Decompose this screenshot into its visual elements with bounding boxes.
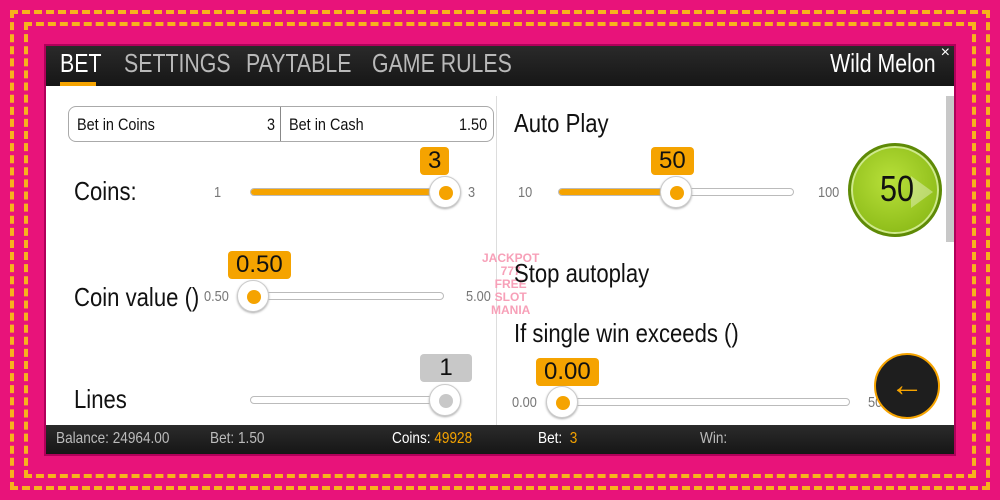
single-win-slider[interactable] xyxy=(560,398,850,406)
active-tab-indicator xyxy=(60,82,96,86)
coin-value-bubble: 0.50 xyxy=(228,251,291,279)
coins-slider-thumb[interactable] xyxy=(429,176,461,208)
lines-slider-thumb[interactable] xyxy=(429,384,461,416)
coins-label: Coins: xyxy=(74,176,137,206)
back-button[interactable]: ← xyxy=(874,353,940,419)
bet-summary-box: Bet in Coins 3 Bet in Cash 1.50 xyxy=(68,106,494,142)
auto-play-slider-thumb[interactable] xyxy=(660,176,692,208)
bet-in-cash-label: Bet in Cash xyxy=(289,115,364,134)
scrollbar[interactable] xyxy=(946,96,954,242)
bet-coins: Bet: 3 xyxy=(538,430,578,447)
single-win-label: If single win exceeds () xyxy=(514,318,739,348)
tab-settings[interactable]: SETTINGS xyxy=(124,48,231,79)
tab-game-rules[interactable]: GAME RULES xyxy=(372,48,512,79)
coins-min: 1 xyxy=(214,184,222,201)
balance: Balance: 24964.00 xyxy=(56,430,170,447)
coin-value-slider[interactable] xyxy=(250,292,444,300)
auto-play-max: 100 xyxy=(818,184,840,201)
coins-total: Coins: 49928 xyxy=(392,430,473,447)
tab-paytable[interactable]: PAYTABLE xyxy=(246,48,351,79)
status-bar: Balance: 24964.00 Bet: 1.50 Coins: 49928… xyxy=(46,425,954,454)
coin-value-label: Coin value () xyxy=(74,282,200,312)
auto-play-min: 10 xyxy=(518,184,533,201)
header: BET SETTINGS PAYTABLE GAME RULES Wild Me… xyxy=(46,44,954,86)
bet-in-cash-value: 1.50 xyxy=(459,115,488,134)
single-win-slider-thumb[interactable] xyxy=(546,386,578,418)
bet-panel: BET SETTINGS PAYTABLE GAME RULES Wild Me… xyxy=(44,44,956,456)
coins-max: 3 xyxy=(468,184,476,201)
single-win-min: 0.00 xyxy=(512,394,537,411)
arrow-left-icon: ← xyxy=(890,366,924,404)
play-icon xyxy=(911,176,933,208)
win: Win: xyxy=(700,430,728,447)
lines-slider[interactable] xyxy=(250,396,446,404)
tab-bet[interactable]: BET xyxy=(60,48,101,79)
auto-play-bubble: 50 xyxy=(651,147,694,175)
start-autoplay-button[interactable]: 50 xyxy=(848,143,942,237)
coin-value-slider-thumb[interactable] xyxy=(237,280,269,312)
bet-in-coins-label: Bet in Coins xyxy=(77,115,155,134)
coins-slider[interactable] xyxy=(250,188,446,196)
close-icon[interactable]: × xyxy=(941,44,950,62)
lines-value-bubble: 1 xyxy=(420,354,472,382)
auto-play-label: Auto Play xyxy=(514,108,609,138)
coins-value-bubble: 3 xyxy=(420,147,450,175)
bet-in-coins-value: 3 xyxy=(267,115,276,134)
stop-autoplay-label: Stop autoplay xyxy=(514,258,650,288)
coin-value-min: 0.50 xyxy=(204,288,229,305)
single-win-bubble: 0.00 xyxy=(536,358,599,386)
bet-cash: Bet: 1.50 xyxy=(210,430,265,447)
game-title: Wild Melon xyxy=(830,48,936,78)
lines-label: Lines xyxy=(74,384,127,414)
